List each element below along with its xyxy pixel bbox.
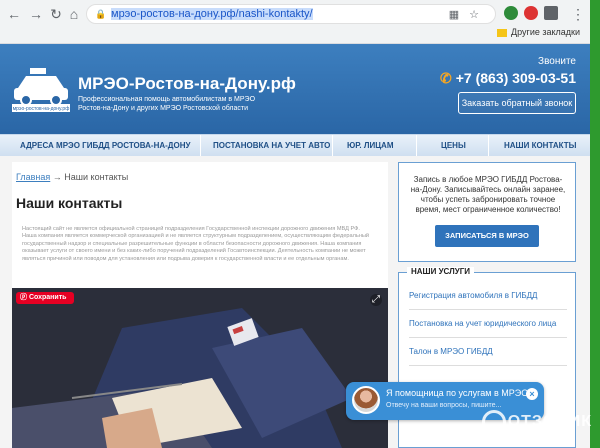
- phone-number[interactable]: ✆ +7 (863) 309-03-51: [440, 70, 576, 87]
- services-divider: [409, 365, 567, 366]
- otzovik-watermark: ОТЗОВИК: [481, 410, 592, 434]
- logo-caption: мрэо-ростов-на-дону.рф: [13, 106, 70, 112]
- watermark-logo-icon: [481, 410, 506, 434]
- page-title: Наши контакты: [16, 195, 123, 211]
- forward-icon[interactable]: →: [28, 6, 44, 22]
- main-menu: АДРЕСА МРЭО ГИБДД РОСТОВА-НА-ДОНУ ПОСТАН…: [0, 134, 590, 157]
- car-logo-icon[interactable]: мрэо-ростов-на-дону.рф: [12, 66, 70, 112]
- url-text: мрэо-ростов-на-дону.рф/nashi-kontakty/: [111, 8, 313, 20]
- office-photo[interactable]: ⓟ Сохранить ⤢: [12, 288, 388, 448]
- chat-close-icon[interactable]: ×: [526, 388, 538, 400]
- menu-dots-icon[interactable]: ⋮: [570, 6, 586, 22]
- menu-item-legal-entities[interactable]: ЮР. ЛИЦАМ: [347, 141, 393, 150]
- expand-icon[interactable]: ⤢: [370, 294, 382, 306]
- menu-divider: [488, 135, 489, 157]
- menu-divider: [200, 135, 201, 157]
- callback-button[interactable]: Заказать обратный звонок: [458, 92, 576, 114]
- folder-icon: [497, 28, 508, 37]
- menu-item-contacts[interactable]: НАШИ КОНТАКТЫ: [504, 141, 576, 150]
- signup-widget: Запись в любое МРЭО ГИБДД Ростова-на-Дон…: [398, 162, 576, 262]
- address-bar[interactable]: 🔒 мрэо-ростов-на-дону.рф/nashi-kontakty/…: [86, 4, 496, 24]
- pinterest-save-button[interactable]: ⓟ Сохранить: [16, 292, 74, 304]
- service-link-legal[interactable]: Постановка на учет юридического лица: [409, 319, 556, 328]
- photo-illustration: [12, 288, 388, 448]
- browser-toolbar: ← → ↻ ⌂ 🔒 мрэо-ростов-на-дону.рф/nashi-k…: [0, 0, 590, 44]
- phone-icon: ✆: [440, 70, 452, 86]
- signup-button[interactable]: ЗАПИСАТЬСЯ В МРЭО: [435, 225, 539, 247]
- services-divider: [409, 337, 567, 338]
- extension-shield-icon[interactable]: [504, 6, 518, 20]
- menu-item-registration[interactable]: ПОСТАНОВКА НА УЧЕТ АВТО: [213, 141, 330, 150]
- home-icon[interactable]: ⌂: [66, 6, 82, 22]
- disclaimer-text: Настоящий сайт не является официальной с…: [22, 226, 370, 262]
- chat-title: Я помощница по услугам в МРЭО: [386, 388, 529, 398]
- back-icon[interactable]: ←: [6, 6, 22, 22]
- puzzle-icon[interactable]: [544, 6, 558, 20]
- menu-item-addresses[interactable]: АДРЕСА МРЭО ГИБДД РОСТОВА-НА-ДОНУ: [20, 141, 190, 150]
- site-title[interactable]: МРЭО-Ростов-на-Дону.рф: [78, 74, 296, 94]
- main-column: Главная → Наши контакты Наши контакты На…: [12, 162, 388, 448]
- call-label: Звоните: [538, 56, 576, 67]
- address-bar-icons[interactable]: ▦☆: [449, 8, 489, 21]
- pinterest-icon: ⓟ: [20, 294, 29, 301]
- other-bookmarks[interactable]: Другие закладки: [497, 27, 580, 37]
- services-title: НАШИ УСЛУГИ: [407, 267, 474, 276]
- adblock-icon[interactable]: [524, 6, 538, 20]
- breadcrumb: Главная → Наши контакты: [16, 172, 128, 182]
- service-link-registration[interactable]: Регистрация автомобиля в ГИБДД: [409, 291, 537, 300]
- breadcrumb-current: Наши контакты: [64, 172, 129, 182]
- reload-icon[interactable]: ↻: [48, 6, 64, 22]
- menu-divider: [416, 135, 417, 157]
- signup-text: Запись в любое МРЭО ГИБДД Ростова-на-Дон…: [410, 175, 566, 214]
- assistant-avatar: [352, 386, 380, 414]
- lock-icon[interactable]: 🔒: [95, 9, 106, 19]
- services-divider: [409, 309, 567, 310]
- site-tagline: Профессиональная помощь автомобилистам в…: [78, 96, 256, 112]
- menu-divider: [332, 135, 333, 157]
- site-header: мрэо-ростов-на-дону.рф МРЭО-Ростов-на-До…: [0, 44, 590, 134]
- breadcrumb-home-link[interactable]: Главная: [16, 172, 50, 182]
- breadcrumb-separator: →: [52, 172, 62, 182]
- chat-subtitle: Отвечу на ваши вопросы, пишите...: [386, 402, 502, 409]
- service-link-ticket[interactable]: Талон в МРЭО ГИБДД: [409, 347, 493, 356]
- menu-item-prices[interactable]: ЦЕНЫ: [441, 141, 466, 150]
